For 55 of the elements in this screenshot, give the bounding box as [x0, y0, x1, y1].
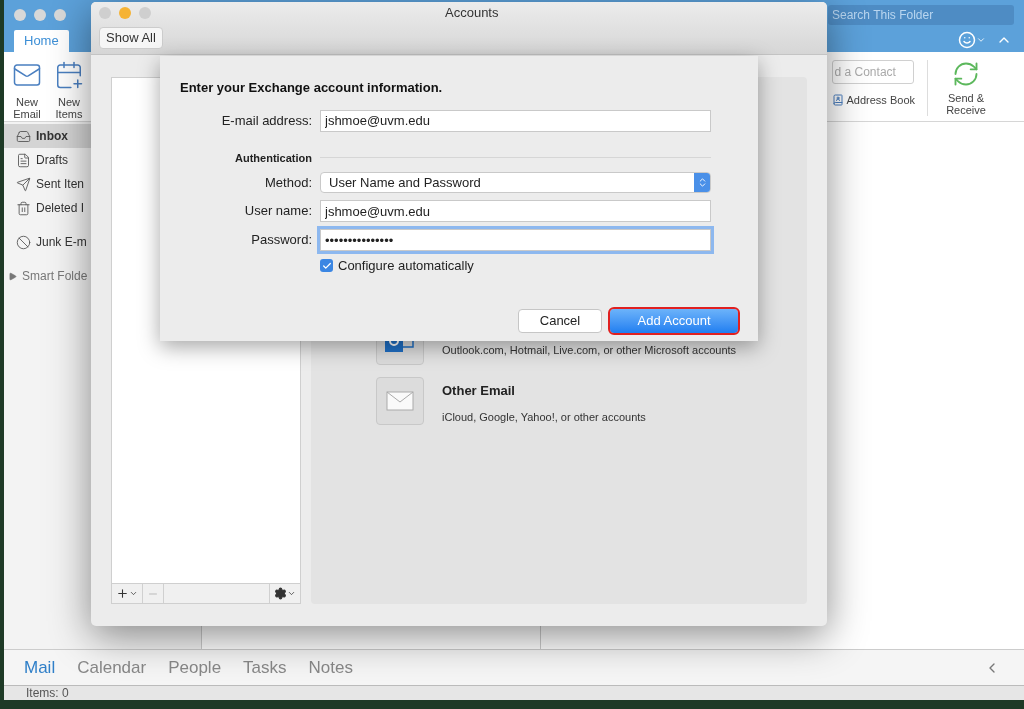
- sheet-heading: Enter your Exchange account information.: [180, 79, 444, 97]
- configure-automatically-checkbox[interactable]: Configure automatically: [320, 256, 711, 276]
- inbox-folder-icon: [16, 128, 31, 144]
- folder-item[interactable]: Smart Folde: [4, 264, 91, 288]
- search-field[interactable]: Search This Folder: [828, 5, 1014, 25]
- field-label: Method:: [264, 173, 312, 192]
- show-all-button[interactable]: Show All: [99, 27, 163, 49]
- folder-item[interactable]: Deleted I: [4, 196, 91, 220]
- status-text: Items: 0: [26, 685, 69, 702]
- ribbon-tab[interactable]: Home: [14, 30, 69, 52]
- account-type-name[interactable]: Other Email: [442, 381, 646, 401]
- field-label: User name:: [243, 202, 312, 221]
- folder-item[interactable]: Junk E-m: [4, 230, 91, 254]
- zoom-window-icon[interactable]: [54, 9, 66, 21]
- caret-icon: [129, 589, 138, 598]
- cancel-button[interactable]: Cancel: [518, 309, 602, 333]
- folder-item[interactable]: Sent Iten: [4, 172, 91, 196]
- drafts-folder-icon: [16, 152, 31, 168]
- caret-icon: [287, 589, 296, 598]
- deleted-folder-icon: [16, 200, 31, 216]
- smart-folder-icon: [8, 271, 17, 281]
- password-field[interactable]: •••••••••••••••: [320, 229, 711, 251]
- email-address-field[interactable]: jshmoe@uvm.edu: [320, 109, 711, 132]
- smiley-icon[interactable]: [958, 31, 976, 49]
- checkmark-icon: [321, 260, 332, 271]
- account-type-description: iCloud, Google, Yahoo!, or other accounts: [442, 409, 646, 425]
- field-label: E-mail address:: [220, 111, 312, 130]
- send-receive-icon: [952, 60, 980, 88]
- plus-icon: [116, 587, 129, 600]
- find-contact-field[interactable]: d a Contact: [831, 60, 914, 84]
- caret-icon[interactable]: [976, 35, 986, 45]
- method-dropdown[interactable]: User Name and Password: [320, 172, 711, 193]
- folder-item[interactable]: Drafts: [4, 148, 91, 172]
- nav-tab[interactable]: Mail: [24, 654, 56, 681]
- send-receive-button[interactable]: Send & Receive: [938, 60, 994, 116]
- minimize-window-icon[interactable]: [119, 7, 131, 19]
- envelope-icon: [376, 377, 424, 425]
- address-book-button[interactable]: Address Book: [831, 92, 915, 109]
- field-label: Password:: [250, 231, 312, 250]
- folder-item[interactable]: Inbox: [4, 124, 91, 148]
- section-heading: Authentication: [234, 150, 312, 166]
- address-book-icon: [831, 94, 844, 107]
- close-window-icon[interactable]: [99, 7, 111, 19]
- user-name-field[interactable]: jshmoe@uvm.edu: [320, 200, 711, 222]
- zoom-window-icon[interactable]: [139, 7, 151, 19]
- minimize-window-icon[interactable]: [34, 9, 46, 21]
- junk-folder-icon: [16, 234, 31, 250]
- account-type-description: Outlook.com, Hotmail, Live.com, or other Microsoft accounts: [442, 343, 737, 358]
- sent-folder-icon: [16, 176, 31, 192]
- new-items-icon: [54, 60, 84, 90]
- close-window-icon[interactable]: [14, 9, 26, 21]
- ribbon-button[interactable]: New Email: [8, 60, 46, 120]
- gear-icon: [274, 587, 287, 600]
- ribbon-button[interactable]: New Items: [50, 60, 88, 120]
- window-title: Accounts: [445, 4, 499, 23]
